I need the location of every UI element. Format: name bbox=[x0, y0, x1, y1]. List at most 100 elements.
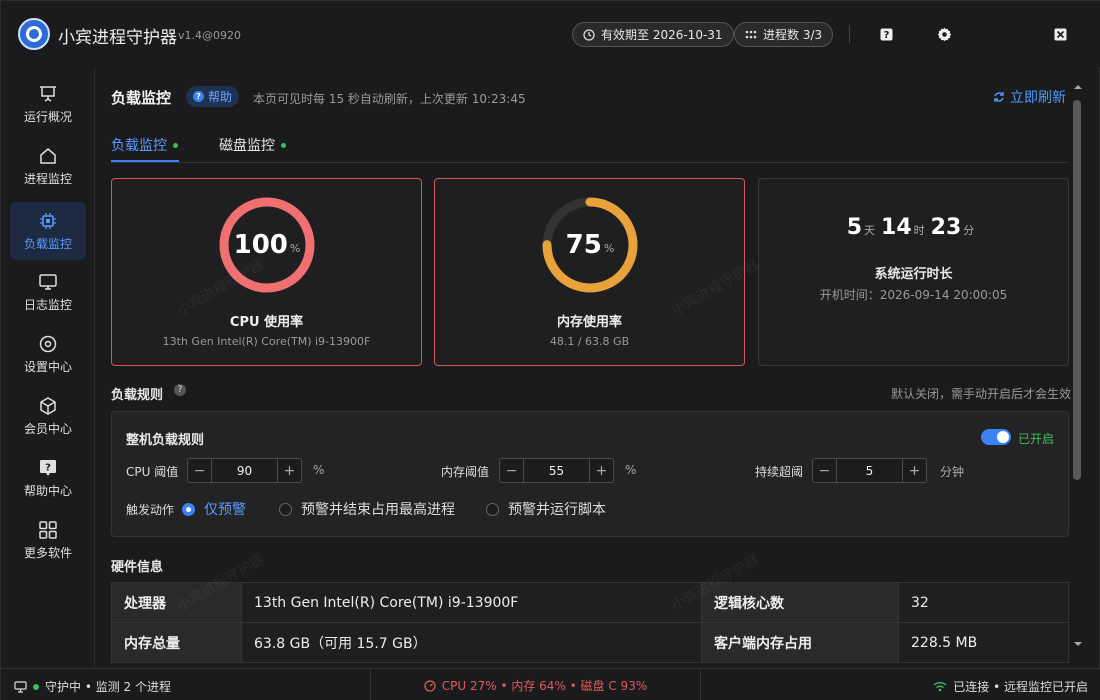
sidebar-item-help[interactable]: ? 帮助中心 bbox=[10, 449, 86, 507]
uptime-card: 5 天 14 时 23 分 系统运行时长 开机时间：2026-09-14 20:00:05 bbox=[758, 178, 1069, 366]
cpu-title: CPU 使用率 bbox=[229, 315, 304, 330]
help-button[interactable]: ? bbox=[873, 21, 899, 47]
monitor-icon bbox=[39, 273, 57, 290]
refresh-label: 立即刷新 bbox=[1010, 90, 1066, 106]
scrollbar[interactable] bbox=[1071, 80, 1085, 652]
wifi-icon bbox=[933, 682, 947, 692]
table-row: 处理器 13th Gen Intel(R) Core(TM) i9-13900F… bbox=[111, 582, 1069, 623]
settings-button[interactable] bbox=[931, 21, 957, 47]
sidebar-item-label: 负载监控 bbox=[23, 236, 72, 251]
scroll-up-icon[interactable] bbox=[1072, 82, 1084, 92]
increment-button[interactable]: + bbox=[903, 459, 926, 482]
radio-warn-kill[interactable]: 预警并结束占用最高进程 bbox=[279, 499, 455, 519]
close-icon bbox=[1054, 28, 1066, 40]
uptime-title: 系统运行时长 bbox=[874, 267, 953, 282]
sidebar-item-label: 日志监控 bbox=[23, 297, 72, 312]
rule-title: 整机负载规则 bbox=[126, 433, 205, 448]
sidebar-item-process[interactable]: 进程监控 bbox=[10, 137, 86, 195]
sidebar-item-settings[interactable]: 设置中心 bbox=[10, 325, 86, 383]
radio-warn-script[interactable]: 预警并运行脚本 bbox=[486, 499, 606, 519]
duration-value[interactable]: 5 bbox=[836, 459, 903, 482]
tab-load[interactable]: 负载监控 bbox=[111, 135, 178, 155]
boot-time: 开机时间：2026-09-14 20:00:05 bbox=[819, 288, 1008, 302]
tab-underline bbox=[111, 160, 179, 162]
action-label: 触发动作 bbox=[126, 503, 175, 517]
question-icon[interactable]: ? bbox=[174, 384, 186, 396]
resource-status: CPU 27% • 内存 64% • 磁盘 C 93% bbox=[441, 679, 648, 693]
table-value: 13th Gen Intel(R) Core(TM) i9-13900F bbox=[241, 582, 702, 623]
cpu-threshold-stepper: − 90 + bbox=[187, 458, 302, 483]
question-icon: ? bbox=[193, 91, 204, 102]
rules-section-title: 负载规则 bbox=[111, 388, 164, 403]
cube-icon bbox=[40, 396, 56, 415]
help-badge[interactable]: ? 帮助 bbox=[186, 86, 240, 107]
table-key: 客户端内存占用 bbox=[701, 622, 899, 663]
clock-icon bbox=[583, 28, 595, 41]
sidebar-item-log[interactable]: 日志监控 bbox=[10, 263, 86, 321]
table-value: 228.5 MB bbox=[898, 622, 1069, 663]
help-badge-label: 帮助 bbox=[208, 90, 233, 104]
sidebar-item-label: 进程监控 bbox=[23, 171, 72, 186]
sidebar-item-label: 更多软件 bbox=[23, 545, 72, 560]
presentation-icon bbox=[40, 85, 56, 102]
connection-status: 已连接 • 远程监控已开启 bbox=[953, 680, 1088, 694]
app-version: v1.4@0920 bbox=[178, 29, 241, 42]
duration-stepper: − 5 + bbox=[812, 458, 927, 483]
decrement-button[interactable]: − bbox=[813, 459, 836, 482]
status-dot bbox=[33, 683, 39, 690]
increment-button[interactable]: + bbox=[590, 459, 613, 482]
toggle-label: 已开启 bbox=[1018, 432, 1055, 446]
monitor-icon bbox=[14, 680, 27, 693]
status-left: 守护中 • 监测 2 个进程 bbox=[14, 678, 171, 695]
gauge-icon bbox=[424, 679, 436, 692]
sidebar: 运行概况 进程监控 负载监控 日志监控 设置中心 会员中心 ? 帮助中心 更多软 bbox=[1, 67, 95, 667]
increment-button[interactable]: + bbox=[278, 459, 301, 482]
radio-circle bbox=[182, 502, 195, 516]
title-separator bbox=[849, 25, 850, 43]
validity-pill[interactable]: 有效期至 2026-10-31 bbox=[572, 22, 734, 47]
refresh-button[interactable]: 立即刷新 bbox=[993, 87, 1066, 107]
table-key: 逻辑核心数 bbox=[701, 582, 899, 623]
decrement-button[interactable]: − bbox=[188, 459, 211, 482]
mem-threshold-value[interactable]: 55 bbox=[523, 459, 590, 482]
table-row: 内存总量 63.8 GB（可用 15.7 GB） 客户端内存占用 228.5 M… bbox=[111, 622, 1069, 663]
tab-bar: 负载监控 磁盘监控 bbox=[111, 133, 1069, 163]
hardware-table: 处理器 13th Gen Intel(R) Core(TM) i9-13900F… bbox=[111, 582, 1069, 663]
radio-label: 预警并运行脚本 bbox=[508, 502, 606, 518]
table-value: 32 bbox=[898, 582, 1069, 623]
scroll-thumb[interactable] bbox=[1073, 100, 1081, 480]
radio-circle bbox=[279, 502, 292, 516]
sidebar-item-label: 会员中心 bbox=[23, 421, 72, 436]
rule-toggle[interactable] bbox=[981, 429, 1011, 445]
sidebar-item-load[interactable]: 负载监控 bbox=[10, 202, 86, 260]
app-window: 小宾进程守护器 v1.4@0920 有效期至 2026-10-31 进程数 3/… bbox=[0, 0, 1100, 700]
close-button[interactable] bbox=[1047, 21, 1073, 47]
process-count-pill[interactable]: 进程数 3/3 bbox=[734, 22, 834, 47]
table-value: 63.8 GB（可用 15.7 GB） bbox=[241, 622, 702, 663]
status-center: CPU 27% • 内存 64% • 磁盘 C 93% bbox=[370, 669, 701, 700]
svg-text:?: ? bbox=[45, 462, 51, 473]
tab-disk[interactable]: 磁盘监控 bbox=[219, 135, 286, 155]
memory-card: 75% 内存使用率 48.1 / 63.8 GB bbox=[434, 178, 745, 366]
settings-icon bbox=[39, 335, 57, 352]
decrement-button[interactable]: − bbox=[500, 459, 523, 482]
cpu-threshold-value[interactable]: 90 bbox=[211, 459, 278, 482]
help-icon: ? bbox=[880, 28, 892, 41]
memory-title: 内存使用率 bbox=[556, 315, 622, 330]
refresh-note: 本页可见时每 15 秒自动刷新，上次更新 10:23:45 bbox=[253, 92, 526, 106]
app-logo-icon bbox=[18, 18, 50, 50]
sidebar-item-label: 帮助中心 bbox=[23, 483, 72, 498]
memory-usage: 48.1 / 63.8 GB bbox=[549, 335, 630, 348]
guard-status: 守护中 • 监测 2 个进程 bbox=[45, 680, 171, 694]
tab-label: 负载监控 bbox=[111, 138, 167, 154]
app-title: 小宾进程守护器 bbox=[58, 28, 177, 48]
sidebar-item-overview[interactable]: 运行概况 bbox=[10, 75, 86, 133]
cpu-value: 100% bbox=[233, 230, 301, 260]
grid-dots-icon bbox=[745, 30, 757, 38]
table-key: 处理器 bbox=[111, 582, 242, 623]
scroll-down-icon[interactable] bbox=[1072, 639, 1084, 649]
process-count-text: 进程数 3/3 bbox=[763, 28, 823, 42]
sidebar-item-more[interactable]: 更多软件 bbox=[10, 511, 86, 569]
sidebar-item-member[interactable]: 会员中心 bbox=[10, 387, 86, 445]
radio-warn-only[interactable]: 仅预警 bbox=[182, 499, 246, 519]
